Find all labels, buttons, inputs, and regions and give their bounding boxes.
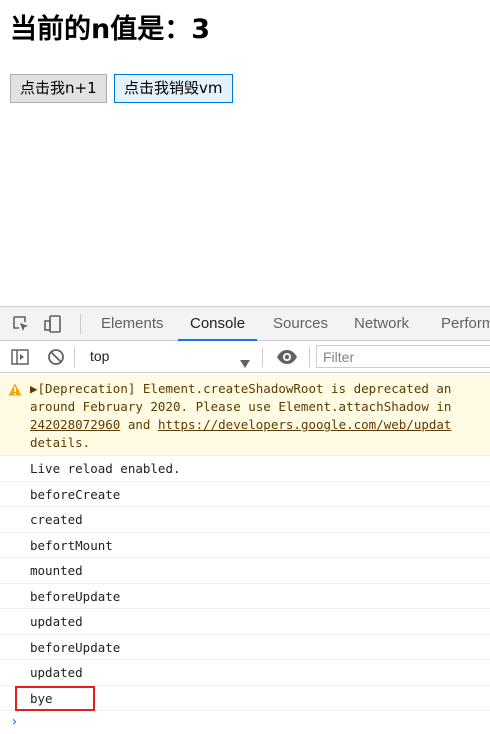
tab-network[interactable]: Network bbox=[354, 307, 409, 340]
show-sidebar-icon[interactable] bbox=[10, 347, 30, 367]
console-message: Live reload enabled. bbox=[0, 456, 490, 482]
warning-and: and bbox=[120, 417, 158, 432]
context-label: top bbox=[90, 348, 110, 364]
warning-link-2[interactable]: https://developers.google.com/web/updat bbox=[158, 417, 452, 432]
expand-triangle-icon[interactable]: ▶ bbox=[30, 381, 38, 396]
console-output: ▶[Deprecation] Element.createShadowRoot … bbox=[0, 374, 490, 711]
page-heading: 当前的n值是：3 bbox=[10, 14, 211, 45]
device-toolbar-icon[interactable] bbox=[43, 314, 63, 334]
devtools-tabbar: Elements Console Sources Network Perform bbox=[0, 307, 490, 341]
console-prompt-chevron[interactable]: › bbox=[10, 714, 18, 730]
live-expression-eye-icon[interactable] bbox=[276, 347, 297, 367]
warning-icon bbox=[8, 381, 22, 400]
warning-line-2: around February 2020. Please use Element… bbox=[30, 399, 452, 414]
warning-line-4: details. bbox=[30, 435, 91, 450]
warning-message: ▶[Deprecation] Element.createShadowRoot … bbox=[30, 380, 490, 452]
console-message: updated bbox=[0, 609, 490, 635]
devtools-panel: Elements Console Sources Network Perform… bbox=[0, 306, 490, 734]
toolbar-divider-3 bbox=[309, 347, 310, 367]
clear-console-icon[interactable] bbox=[46, 347, 66, 367]
console-toolbar: top bbox=[0, 341, 490, 373]
warning-link-1[interactable]: 242028072960 bbox=[30, 417, 120, 432]
console-message: created bbox=[0, 507, 490, 533]
context-selector[interactable]: top bbox=[81, 341, 256, 372]
tab-performance[interactable]: Perform bbox=[441, 307, 490, 340]
console-message: beforeUpdate bbox=[0, 635, 490, 660]
destroy-vm-button[interactable]: 点击我销毁vm bbox=[114, 74, 233, 103]
console-message: mounted bbox=[0, 558, 490, 584]
dropdown-arrow-icon bbox=[240, 353, 250, 372]
increment-button[interactable]: 点击我n+1 bbox=[10, 74, 107, 103]
inspect-element-icon[interactable] bbox=[11, 314, 31, 334]
toolbar-divider-2 bbox=[262, 347, 263, 367]
tab-sources[interactable]: Sources bbox=[273, 307, 328, 340]
filter-input[interactable] bbox=[316, 345, 490, 368]
console-message: befortMount bbox=[0, 533, 490, 558]
deprecation-warning: ▶[Deprecation] Element.createShadowRoot … bbox=[0, 374, 490, 456]
tabbar-divider bbox=[80, 314, 81, 334]
console-message: beforeUpdate bbox=[0, 584, 490, 609]
warning-line-1: [Deprecation] Element.createShadowRoot i… bbox=[37, 381, 452, 396]
highlight-annotation bbox=[15, 686, 95, 711]
toolbar-divider bbox=[74, 347, 75, 367]
tab-elements[interactable]: Elements bbox=[101, 307, 164, 340]
console-message: beforeCreate bbox=[0, 482, 490, 507]
tab-console[interactable]: Console bbox=[177, 307, 258, 341]
console-message: updated bbox=[0, 660, 490, 686]
